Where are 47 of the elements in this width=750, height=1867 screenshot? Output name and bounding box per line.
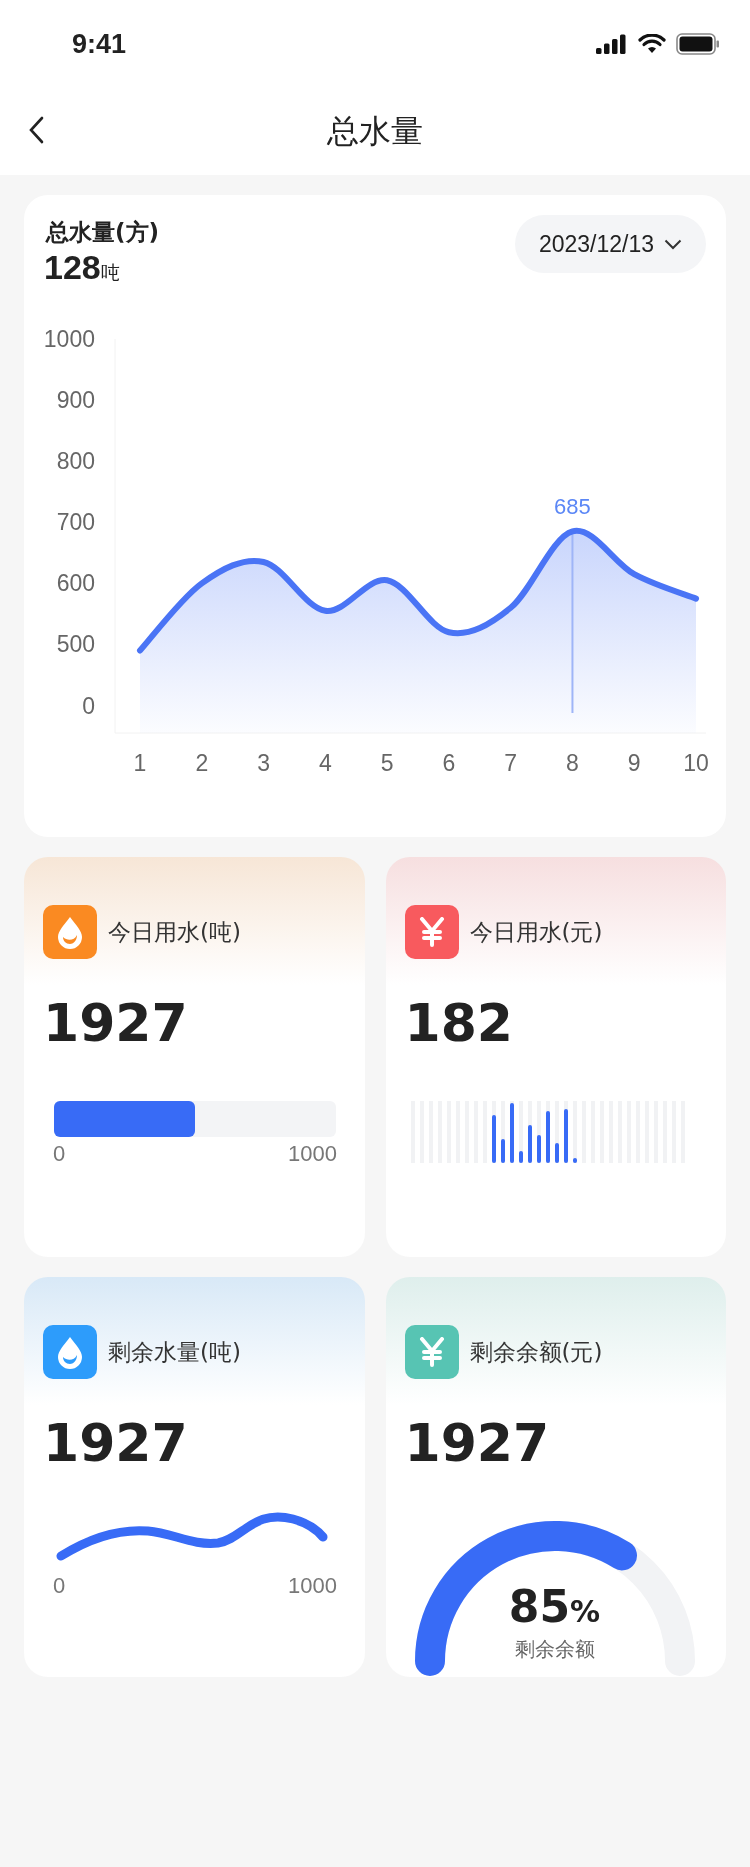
y-axis-label: 700 [56,509,95,536]
x-axis-label: 5 [380,750,394,776]
x-axis-label: 2 [195,750,209,776]
x-axis-label: 4 [318,750,332,776]
x-axis-label: 1 [133,750,147,776]
stat-value: 1927 [43,1413,188,1473]
scale-label: 0 [53,1573,66,1599]
x-axis-label: 9 [627,750,641,776]
y-axis-label: 900 [56,387,95,414]
y-axis-label: 600 [56,570,95,597]
x-axis-label: 3 [257,750,270,776]
x-axis-label: 6 [442,750,456,776]
card-title: 今日用水(吨) [108,917,241,947]
back-icon [28,116,44,144]
x-axis-label: 7 [504,750,518,776]
caret-icon [664,238,682,250]
unit-label: 吨 [100,261,120,285]
stat-value: 1927 [404,1413,550,1473]
card-title: 今日用水(元) [469,917,603,947]
data-label: 685 [554,494,591,520]
x-axis-label: 10 [683,750,709,776]
scale-label: 0 [53,1141,66,1167]
water-drop-icon [55,1335,85,1369]
card-title: 剩余余额(元) [469,1337,603,1367]
status-time: 9:41 [72,28,127,60]
wifi-icon [638,34,666,54]
y-axis-label: 0 [82,692,95,719]
chart-title: 总水量(方) [46,218,160,247]
water-drop-icon [55,915,85,949]
battery-icon [676,33,720,55]
yen-icon [418,1337,445,1367]
total-value: 128 [44,248,101,287]
scale-label: 1000 [288,1573,337,1599]
stat-value: 1927 [43,993,188,1053]
page-title: 总水量 [327,110,423,152]
scale-label: 1000 [288,1141,337,1167]
date-picker[interactable]: 2023/12/13 [514,215,706,273]
y-axis-label: 1000 [43,326,95,352]
stat-value: 182 [404,993,514,1053]
gauge-caption: 剩余余额 [514,1636,595,1663]
y-axis-label: 800 [56,448,95,475]
percent-value: 85% [508,1583,601,1634]
signal-icon [596,34,628,54]
card-title: 剩余水量(吨) [108,1337,241,1367]
x-axis-label: 8 [566,750,579,776]
yen-icon [418,917,445,947]
y-axis-label: 500 [56,631,95,658]
